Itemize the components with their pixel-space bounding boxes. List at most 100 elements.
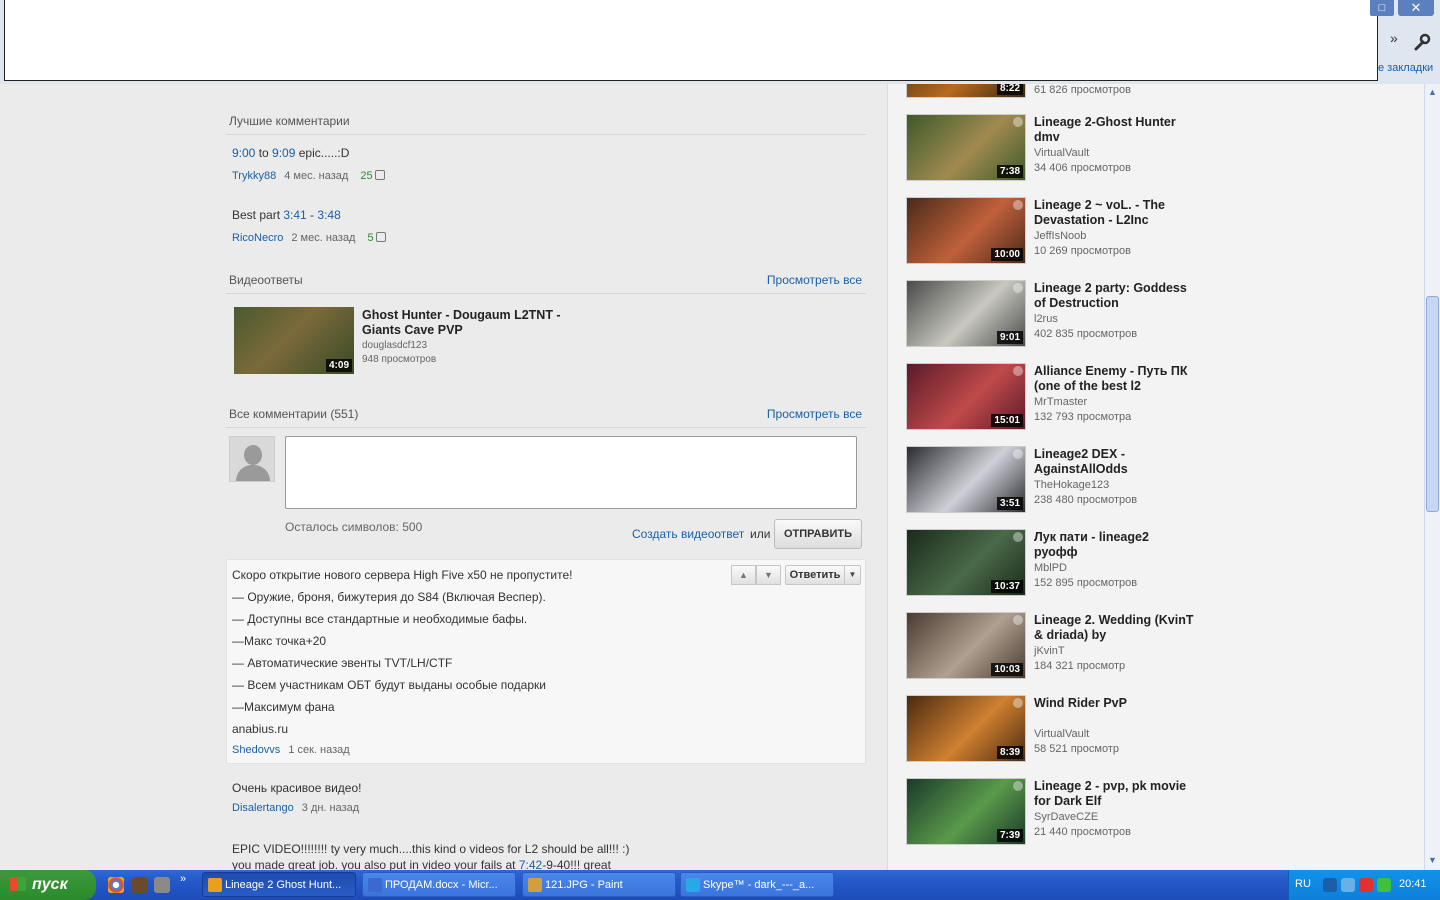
video-duration: 7:38 bbox=[996, 165, 1023, 178]
divider bbox=[226, 134, 866, 135]
send-button[interactable]: ОТПРАВИТЬ bbox=[774, 519, 862, 549]
add-to-queue-icon[interactable] bbox=[1013, 781, 1023, 791]
video-title-link[interactable]: Lineage 2. Wedding (KvinT & driada) by bbox=[1034, 613, 1194, 643]
video-title-link[interactable]: Лук пати - lineage2 руофф bbox=[1034, 530, 1194, 560]
taskbar-window-button[interactable]: Lineage 2 Ghost Hunt... bbox=[202, 872, 356, 897]
related-video-item[interactable]: 9:01 Lineage 2 party: Goddess of Destruct… bbox=[906, 280, 1406, 350]
network-icon[interactable] bbox=[1341, 878, 1355, 892]
video-title-link[interactable]: Lineage 2-Ghost Hunter dmv bbox=[1034, 115, 1194, 145]
comment-author-link[interactable]: Shedovvs bbox=[232, 744, 280, 756]
timestamp-link[interactable]: 7:42 bbox=[519, 858, 542, 870]
video-thumbnail[interactable]: 9:01 bbox=[906, 280, 1026, 347]
add-to-queue-icon[interactable] bbox=[1013, 117, 1023, 127]
like-button[interactable]: ▲ bbox=[731, 565, 756, 585]
scrollbar[interactable]: ▲ ▼ bbox=[1424, 84, 1440, 870]
add-to-queue-icon[interactable] bbox=[1013, 200, 1023, 210]
video-title-link[interactable]: Lineage 2 ~ voL. - The Devastation - L2I… bbox=[1034, 198, 1194, 228]
reply-menu-button[interactable]: ▼ bbox=[844, 565, 861, 585]
related-video-item[interactable]: 8:39 Wind Rider PvP VirtualVault 58 521 про… bbox=[906, 695, 1406, 765]
scroll-down-icon[interactable]: ▼ bbox=[1426, 854, 1439, 867]
skype-status-icon[interactable] bbox=[1377, 878, 1391, 892]
related-video-item[interactable]: 7:39 Lineage 2 - pvp, pk movie for Dark E… bbox=[906, 778, 1406, 848]
video-thumbnail[interactable]: 7:39 bbox=[906, 778, 1026, 845]
video-duration: 10:00 bbox=[991, 248, 1023, 261]
start-button[interactable]: пуск bbox=[0, 870, 96, 900]
related-video-item[interactable]: 8:22 61 826 просмотров bbox=[906, 84, 1406, 101]
video-thumbnail[interactable]: 3:51 bbox=[906, 446, 1026, 513]
video-title-link[interactable]: Lineage 2 - pvp, pk movie for Dark Elf bbox=[1034, 779, 1194, 809]
scroll-up-icon[interactable]: ▲ bbox=[1426, 86, 1439, 99]
comment-text-part: Best part bbox=[232, 208, 284, 222]
taskbar-window-button[interactable]: ПРОДАМ.docx - Micr... bbox=[362, 872, 516, 897]
chevron-more-icon[interactable]: » bbox=[1390, 30, 1398, 46]
related-video-item[interactable]: 7:38 Lineage 2-Ghost Hunter dmv VirtualVau… bbox=[906, 114, 1406, 184]
video-response-title-link[interactable]: Ghost Hunter - Dougaum L2TNT - Giants Ca… bbox=[362, 308, 562, 338]
video-thumbnail[interactable]: 7:38 bbox=[906, 114, 1026, 181]
language-indicator[interactable]: RU bbox=[1295, 878, 1311, 890]
comment-author-link[interactable]: Disalertango bbox=[232, 802, 294, 814]
video-thumbnail[interactable]: 8:22 bbox=[906, 84, 1026, 98]
video-user: jKvinT bbox=[1034, 645, 1065, 657]
video-thumbnail[interactable]: 10:37 bbox=[906, 529, 1026, 596]
video-thumbnail[interactable]: 10:03 bbox=[906, 612, 1026, 679]
create-video-reply-link[interactable]: Создать видеоответ bbox=[632, 527, 744, 541]
video-duration: 8:22 bbox=[996, 84, 1023, 95]
taskbar-window-label: ПРОДАМ.docx - Micr... bbox=[385, 879, 498, 891]
comment-input[interactable] bbox=[285, 436, 857, 509]
timestamp-link[interactable]: 9:00 bbox=[232, 146, 255, 160]
scroll-thumb[interactable] bbox=[1426, 296, 1439, 512]
quicklaunch-more-icon[interactable]: » bbox=[180, 873, 186, 885]
restore-window-button[interactable]: □ bbox=[1370, 0, 1394, 16]
add-to-queue-icon[interactable] bbox=[1013, 366, 1023, 376]
video-thumbnail[interactable]: 10:00 bbox=[906, 197, 1026, 264]
thumbs-up-icon: ▲ bbox=[739, 570, 748, 580]
video-response-user[interactable]: douglasdcf123 bbox=[362, 340, 427, 351]
video-thumbnail[interactable]: 15:01 bbox=[906, 363, 1026, 430]
video-title-link[interactable]: Lineage2 DEX - AgainstAllOdds bbox=[1034, 447, 1194, 477]
view-all-video-responses-link[interactable]: Просмотреть все bbox=[767, 273, 862, 287]
video-title-link[interactable]: Alliance Enemy - Путь ПК (one of the bes… bbox=[1034, 364, 1194, 394]
video-title-link[interactable]: Lineage 2 party: Goddess of Destruction bbox=[1034, 281, 1194, 311]
related-video-item[interactable]: 10:00 Lineage 2 ~ voL. - The Devastation … bbox=[906, 197, 1406, 267]
video-response-thumbnail[interactable]: 4:09 bbox=[234, 307, 354, 374]
timestamp-link[interactable]: 3:41 bbox=[283, 208, 306, 222]
video-response-views: 948 просмотров bbox=[362, 354, 437, 365]
timestamp-link[interactable]: 9:09 bbox=[272, 146, 295, 160]
timestamp-link[interactable]: 3:48 bbox=[317, 208, 340, 222]
video-title-link[interactable]: Wind Rider PvP bbox=[1034, 696, 1194, 711]
view-all-comments-link[interactable]: Просмотреть все bbox=[767, 407, 862, 421]
add-to-queue-icon[interactable] bbox=[1013, 615, 1023, 625]
app-shortcut-icon[interactable] bbox=[132, 877, 148, 893]
bookmarks-link[interactable]: е закладки bbox=[1378, 62, 1433, 74]
taskbar-window-button[interactable]: Skype™ - dark_---_a... bbox=[680, 872, 834, 897]
avatar bbox=[229, 436, 275, 482]
video-duration: 8:39 bbox=[996, 746, 1023, 759]
add-to-queue-icon[interactable] bbox=[1013, 698, 1023, 708]
video-responses-title: Видеоответы bbox=[229, 273, 303, 287]
comment-author-link[interactable]: RicoNecro bbox=[232, 232, 283, 244]
taskbar-window-button[interactable]: 121.JPG - Paint bbox=[522, 872, 676, 897]
related-video-item[interactable]: 10:03 Lineage 2. Wedding (KvinT & driada)… bbox=[906, 612, 1406, 682]
chrome-icon[interactable] bbox=[108, 877, 124, 893]
add-to-queue-icon[interactable] bbox=[1013, 449, 1023, 459]
video-duration: 15:01 bbox=[991, 414, 1023, 427]
dislike-button[interactable]: ▼ bbox=[756, 565, 781, 585]
related-video-item[interactable]: 15:01 Alliance Enemy - Путь ПК (one of th… bbox=[906, 363, 1406, 433]
reply-button[interactable]: Ответить bbox=[785, 565, 845, 585]
app-shortcut-icon[interactable] bbox=[154, 877, 170, 893]
video-thumbnail[interactable]: 8:39 bbox=[906, 695, 1026, 762]
related-video-item[interactable]: 10:37 Лук пати - lineage2 руофф MblPD 152 8… bbox=[906, 529, 1406, 599]
thumbs-up-icon bbox=[375, 232, 386, 242]
comment-text-part: to bbox=[255, 146, 273, 160]
video-views: 21 440 просмотров bbox=[1034, 826, 1131, 838]
app-icon bbox=[208, 878, 222, 892]
tray-expand-icon[interactable] bbox=[1323, 878, 1337, 892]
video-user: TheHokage123 bbox=[1034, 479, 1110, 491]
security-icon[interactable] bbox=[1359, 878, 1373, 892]
wrench-icon[interactable] bbox=[1412, 32, 1432, 52]
add-to-queue-icon[interactable] bbox=[1013, 283, 1023, 293]
comment-author-link[interactable]: Trykky88 bbox=[232, 170, 276, 182]
close-window-button[interactable]: ✕ bbox=[1398, 0, 1434, 16]
add-to-queue-icon[interactable] bbox=[1013, 532, 1023, 542]
related-video-item[interactable]: 3:51 Lineage2 DEX - AgainstAllOdds TheHoka… bbox=[906, 446, 1406, 516]
